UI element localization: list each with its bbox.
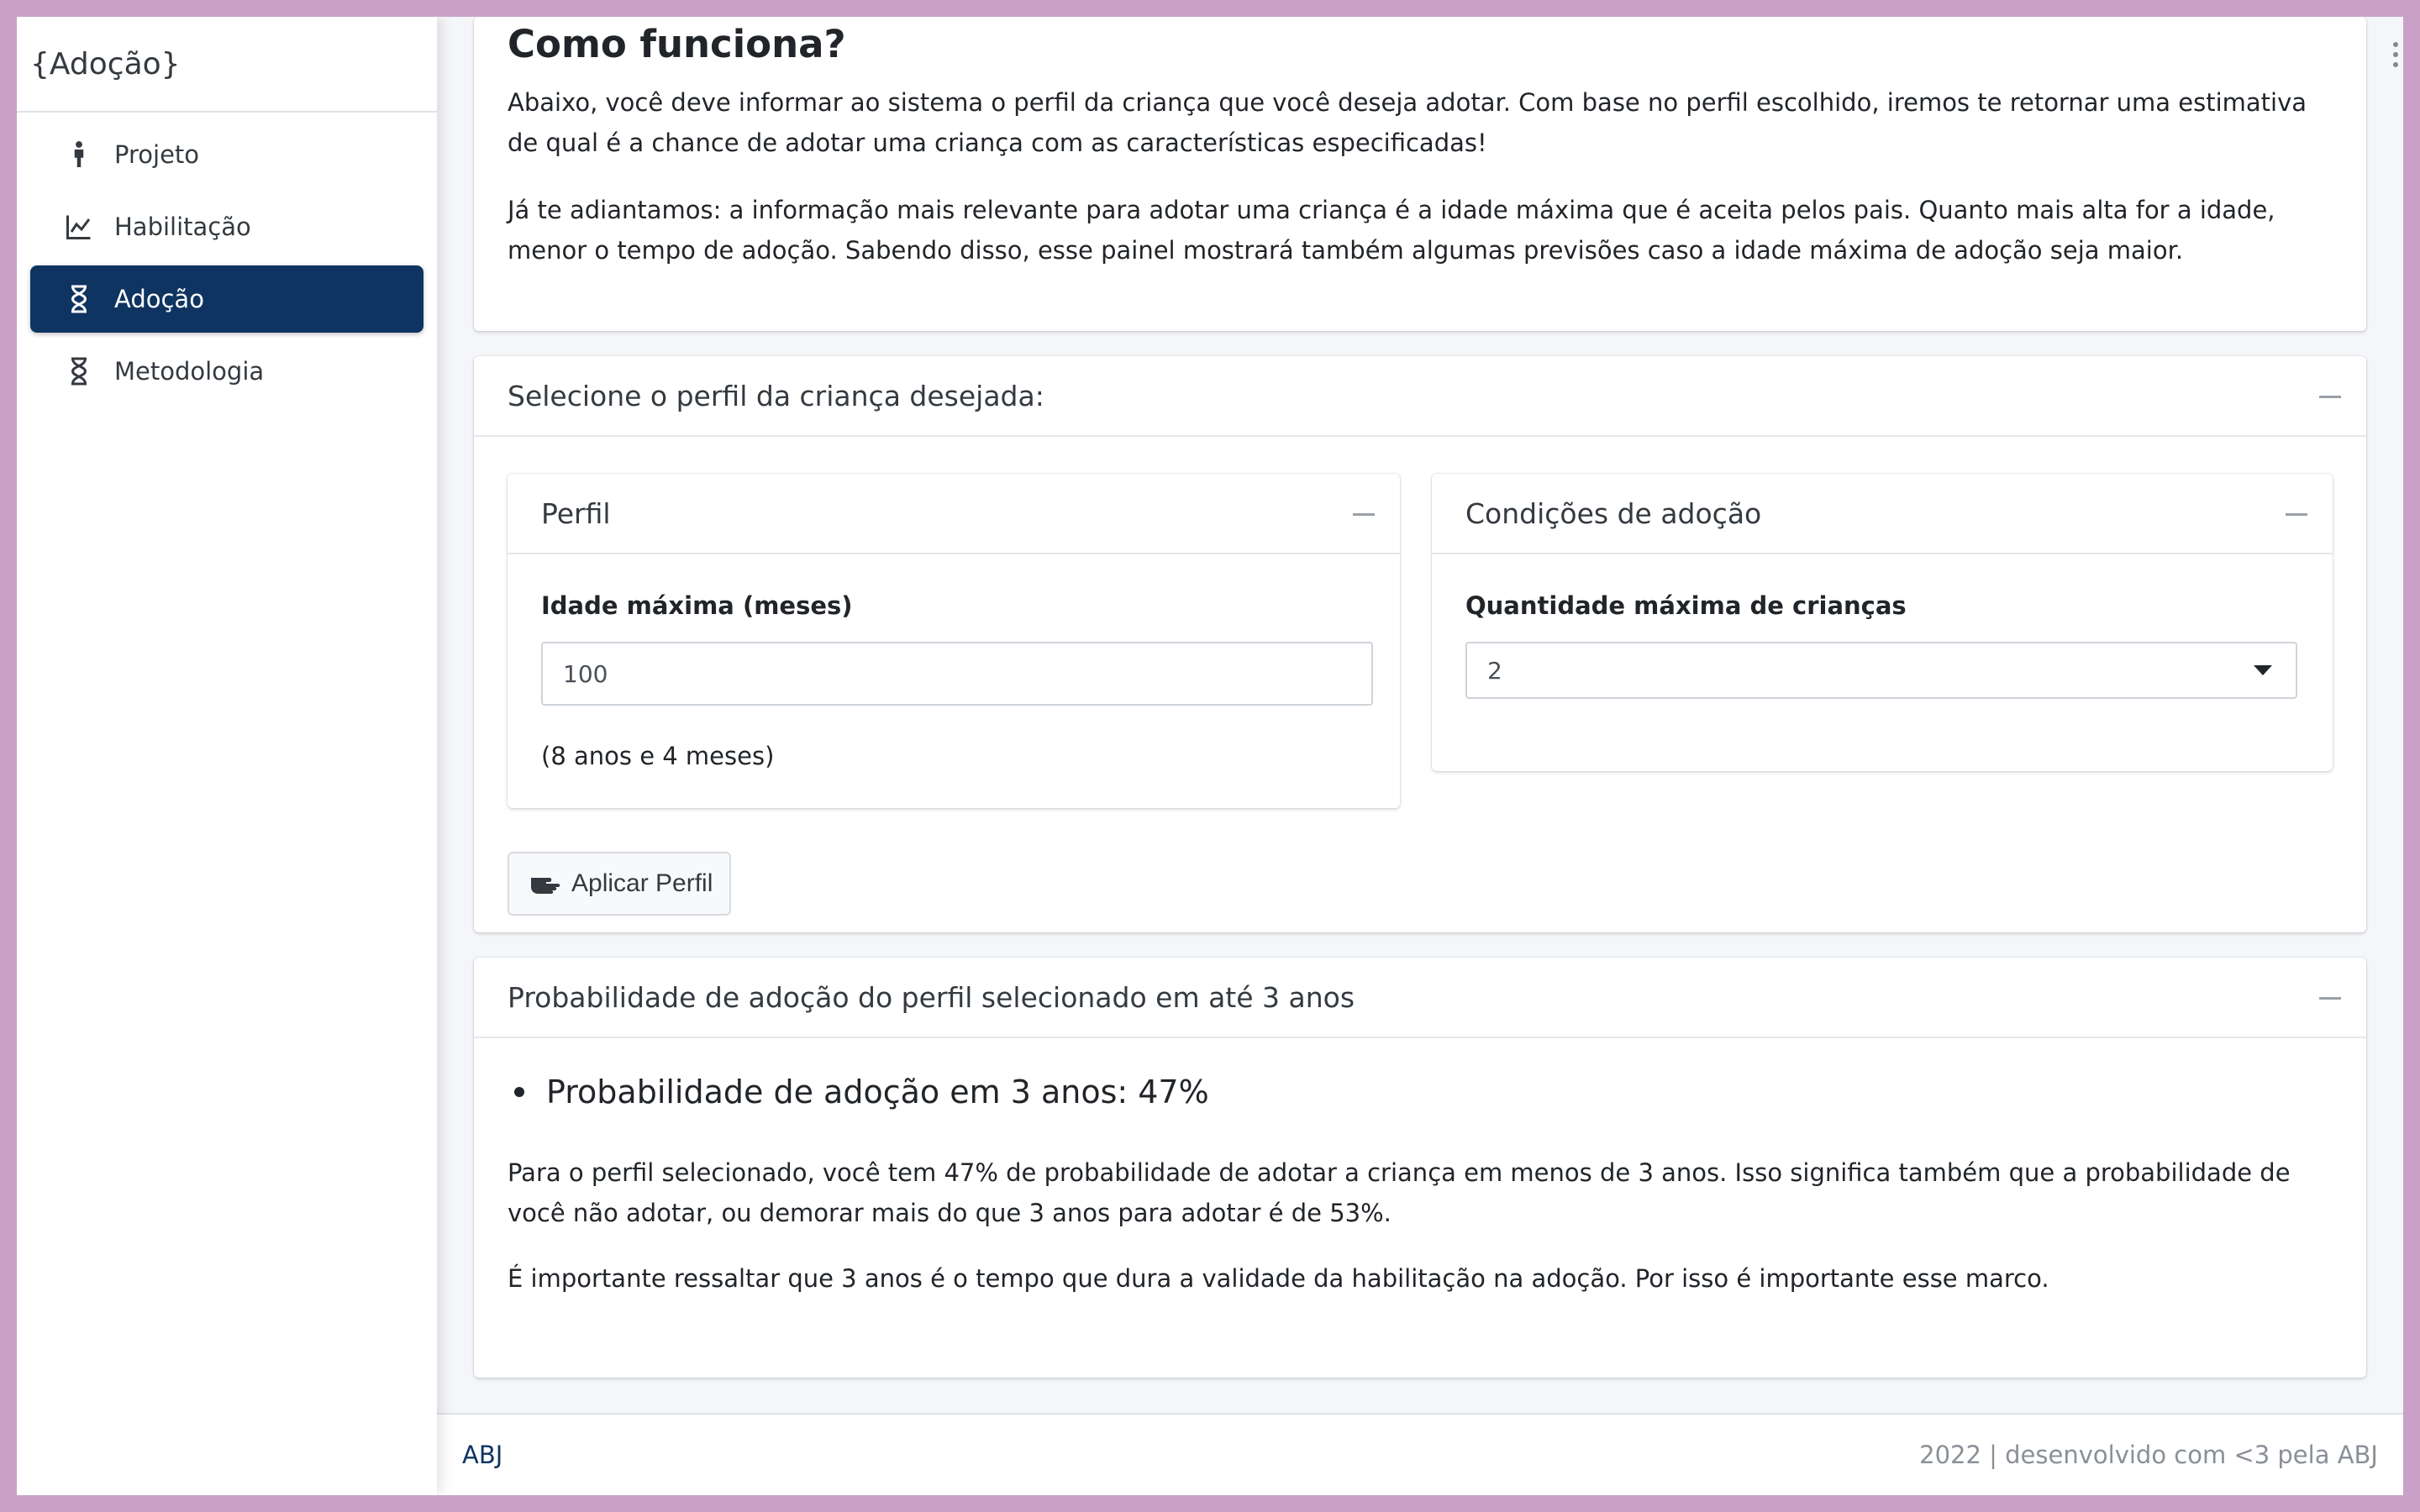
- sidebar: {Adoção} Projeto Habilitação Adoção Meto…: [17, 17, 437, 1495]
- probability-text: Probabilidade de adoção em 3 anos: 47%: [546, 1074, 1209, 1110]
- sidebar-nav: Projeto Habilitação Adoção Metodologia: [17, 113, 437, 405]
- hourglass-icon: [62, 354, 96, 388]
- collapse-button[interactable]: [2319, 997, 2341, 1000]
- apply-profile-button[interactable]: Aplicar Perfil: [508, 852, 731, 916]
- conditions-card: Condições de adoção Quantidade máxima de…: [1432, 474, 2333, 771]
- perfil-card-title: Perfil: [541, 496, 611, 530]
- intro-paragraph-1: Abaixo, você deve informar ao sistema o …: [508, 88, 2307, 157]
- sidebar-item-label: Adoção: [114, 285, 204, 313]
- page-title: Como funciona?: [508, 22, 846, 66]
- max-age-value: 100: [563, 659, 608, 688]
- result-card-header: Probabilidade de adoção do perfil seleci…: [474, 958, 2366, 1038]
- collapse-button[interactable]: [2319, 396, 2341, 398]
- sidebar-item-label: Metodologia: [114, 357, 265, 386]
- result-card-title: Probabilidade de adoção do perfil seleci…: [508, 980, 1355, 1014]
- footer: ABJ 2022 | desenvolvido com <3 pela ABJ: [437, 1413, 2403, 1495]
- sidebar-item-adocao[interactable]: Adoção: [30, 265, 424, 333]
- intro-paragraph-2: Já te adiantamos: a informação mais rele…: [508, 196, 2275, 265]
- profile-section-title: Selecione o perfil da criança desejada:: [508, 379, 1044, 412]
- bullet-dot: [514, 1087, 524, 1097]
- profile-section-header: Selecione o perfil da criança desejada:: [474, 356, 2366, 437]
- perfil-card: Perfil Idade máxima (meses) 100 (8 anos …: [508, 474, 1400, 808]
- result-paragraph-1: Para o perfil selecionado, você tem 47% …: [508, 1158, 2291, 1227]
- perfil-card-header: Perfil: [508, 474, 1400, 554]
- brand-logo[interactable]: {Adoção}: [17, 17, 437, 113]
- sidebar-item-metodologia[interactable]: Metodologia: [30, 338, 424, 405]
- collapse-button[interactable]: [1353, 513, 1375, 516]
- sidebar-item-label: Projeto: [114, 140, 200, 169]
- window-handle[interactable]: [2393, 42, 2400, 72]
- footer-credits: 2022 | desenvolvido com <3 pela ABJ: [1919, 1441, 2378, 1469]
- sidebar-item-label: Habilitação: [114, 213, 251, 241]
- age-hint: (8 anos e 4 meses): [541, 742, 775, 770]
- conditions-card-header: Condições de adoção: [1432, 474, 2333, 554]
- sidebar-item-projeto[interactable]: Projeto: [30, 121, 424, 188]
- result-paragraph-2: É importante ressaltar que 3 anos é o te…: [508, 1264, 2049, 1293]
- age-label: Idade máxima (meses): [541, 591, 853, 620]
- result-card: Probabilidade de adoção do perfil seleci…: [474, 958, 2366, 1378]
- max-age-input[interactable]: 100: [541, 642, 1373, 706]
- hand-pointer-icon: [531, 878, 560, 894]
- max-children-value: 2: [1487, 656, 1502, 685]
- hourglass-icon: [62, 282, 96, 316]
- chevron-down-icon: [2254, 665, 2272, 675]
- profile-section-card: Selecione o perfil da criança desejada: …: [474, 356, 2366, 932]
- probability-bullet: Probabilidade de adoção em 3 anos: 47%: [514, 1074, 1209, 1110]
- qty-label: Quantidade máxima de crianças: [1465, 591, 1907, 620]
- sidebar-item-habilitacao[interactable]: Habilitação: [30, 193, 424, 260]
- intro-card: Como funciona? Abaixo, você deve informa…: [474, 17, 2366, 331]
- footer-left-link[interactable]: ABJ: [462, 1441, 502, 1469]
- main-content: Como funciona? Abaixo, você deve informa…: [437, 17, 2403, 1495]
- conditions-card-title: Condições de adoção: [1465, 496, 1762, 530]
- line-chart-icon: [62, 210, 96, 244]
- max-children-select[interactable]: 2: [1465, 642, 2297, 699]
- apply-profile-label: Aplicar Perfil: [571, 869, 713, 897]
- collapse-button[interactable]: [2286, 513, 2307, 516]
- child-icon: [62, 138, 96, 171]
- app-window: {Adoção} Projeto Habilitação Adoção Meto…: [17, 17, 2403, 1495]
